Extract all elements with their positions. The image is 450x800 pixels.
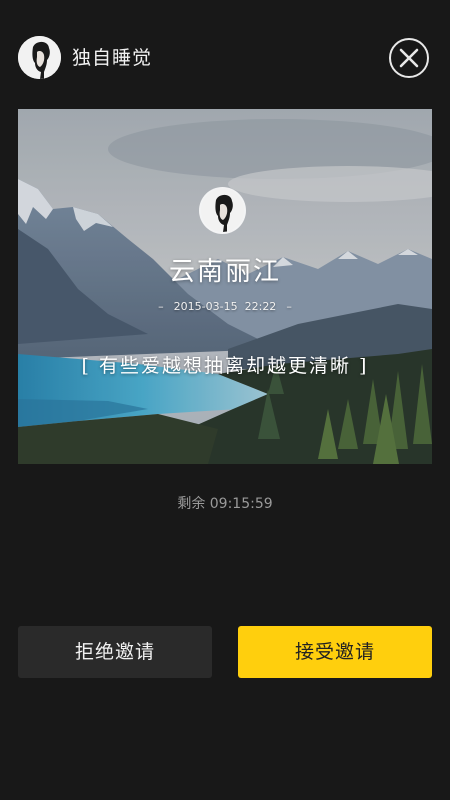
invitation-card[interactable]: 云南丽江 –2015-03-15 22:22– [ 有些爱越想抽离却越更清晰 ] — [18, 109, 432, 464]
close-button[interactable] — [388, 37, 430, 79]
reject-invitation-button[interactable]: 拒绝邀请 — [18, 626, 212, 678]
portrait-icon — [201, 189, 244, 232]
user-avatar[interactable] — [18, 36, 61, 79]
close-circle-icon — [389, 38, 429, 78]
header: 独自睡觉 — [0, 0, 450, 115]
datetime-row: –2015-03-15 22:22– — [18, 300, 432, 314]
date-text: 2015-03-15 — [173, 300, 238, 313]
portrait-icon — [18, 36, 61, 79]
left-dash: – — [158, 300, 164, 313]
right-dash: – — [286, 300, 292, 313]
invitation-screen: 独自睡觉 云南丽江 – 2015-03-15 22:22 – [有些爱越想抽离… — [0, 0, 450, 800]
location-title: 云南丽江 — [168, 257, 281, 287]
time-text: 22:22 — [244, 300, 277, 313]
accept-invitation-button[interactable]: 接受邀请 — [238, 626, 432, 678]
card-avatar — [201, 189, 244, 232]
username-label: 独自睡觉 — [72, 47, 153, 69]
quote-text: [ 有些爱越想抽离却越更清晰 ] — [81, 355, 369, 377]
countdown-timer: 剩余 09:15:59 — [177, 496, 273, 512]
